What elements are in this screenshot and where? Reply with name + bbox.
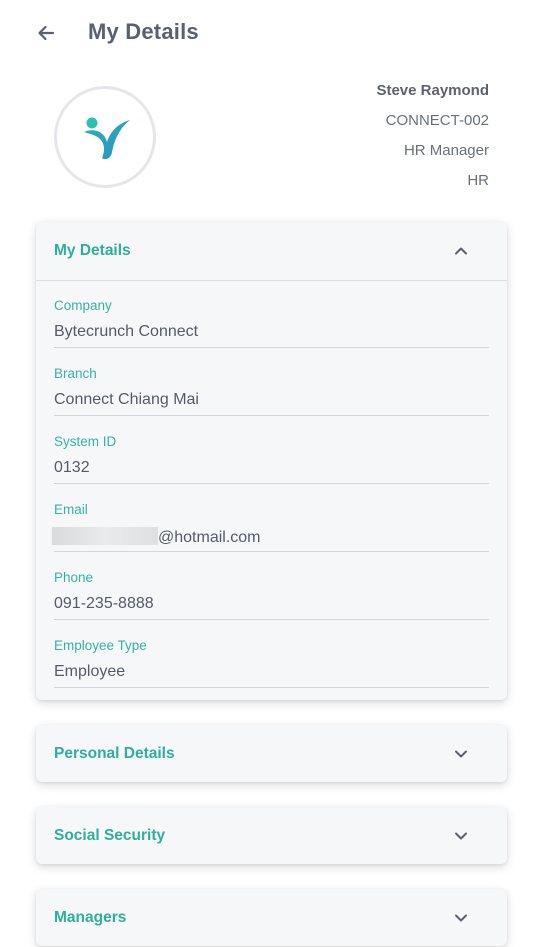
- field-underline: [54, 551, 489, 552]
- managers-header[interactable]: Managers: [36, 889, 507, 947]
- my-details-header[interactable]: My Details: [36, 222, 507, 280]
- chevron-down-icon[interactable]: [453, 746, 469, 762]
- field-underline: [54, 483, 489, 484]
- field-label: Phone: [54, 570, 94, 585]
- email-field: Email @hotmail.com: [52, 485, 489, 553]
- profile-info: Steve Raymond CONNECT-002 HR Manager HR: [376, 82, 489, 202]
- field-value: @hotmail.com: [158, 529, 261, 546]
- field-value: 0132: [54, 459, 90, 476]
- phone-field: Phone 091-235-8888: [54, 553, 489, 621]
- personal-details-section: Personal Details: [36, 725, 507, 782]
- employee-type-field: Employee Type Employee: [54, 621, 489, 689]
- chevron-down-icon[interactable]: [453, 828, 469, 844]
- section-title: Managers: [54, 909, 127, 926]
- field-underline: [54, 619, 489, 620]
- profile-summary: Steve Raymond CONNECT-002 HR Manager HR: [0, 72, 541, 202]
- my-details-section: My Details Company Bytecrunch Connect Br…: [36, 222, 507, 700]
- field-label: Employee Type: [54, 638, 147, 653]
- employee-code: CONNECT-002: [385, 112, 489, 129]
- social-security-header[interactable]: Social Security: [36, 807, 507, 865]
- company-field: Company Bytecrunch Connect: [54, 281, 489, 349]
- section-title: Social Security: [54, 827, 166, 844]
- chevron-up-icon[interactable]: [453, 243, 469, 259]
- field-label: Company: [54, 298, 112, 313]
- back-button[interactable]: [34, 21, 58, 45]
- redacted-email-block: [52, 527, 158, 545]
- employee-department: HR: [467, 172, 489, 189]
- field-value: Employee: [54, 663, 126, 680]
- field-underline: [54, 415, 489, 416]
- field-value: 091-235-8888: [54, 595, 154, 612]
- section-title: My Details: [54, 242, 131, 259]
- field-label: System ID: [54, 434, 117, 449]
- field-value: Connect Chiang Mai: [54, 391, 199, 408]
- personal-details-header[interactable]: Personal Details: [36, 725, 507, 783]
- social-security-section: Social Security: [36, 807, 507, 864]
- system-id-field: System ID 0132: [54, 417, 489, 485]
- arrow-left-icon[interactable]: [36, 23, 56, 43]
- field-value-wrap: @hotmail.com: [52, 527, 261, 547]
- chevron-down-icon[interactable]: [453, 910, 469, 926]
- page-title: My Details: [88, 19, 199, 44]
- field-underline: [54, 347, 489, 348]
- section-title: Personal Details: [54, 745, 175, 762]
- employee-position: HR Manager: [403, 142, 489, 159]
- field-underline: [54, 687, 489, 688]
- app-header: My Details: [0, 0, 541, 66]
- branch-field: Branch Connect Chiang Mai: [54, 349, 489, 417]
- field-label: Email: [54, 502, 88, 517]
- field-value: Bytecrunch Connect: [54, 323, 199, 340]
- employee-name: Steve Raymond: [376, 82, 489, 99]
- managers-section: Managers: [36, 889, 507, 946]
- field-label: Branch: [54, 366, 97, 381]
- company-logo: [84, 117, 130, 160]
- avatar: [54, 86, 156, 188]
